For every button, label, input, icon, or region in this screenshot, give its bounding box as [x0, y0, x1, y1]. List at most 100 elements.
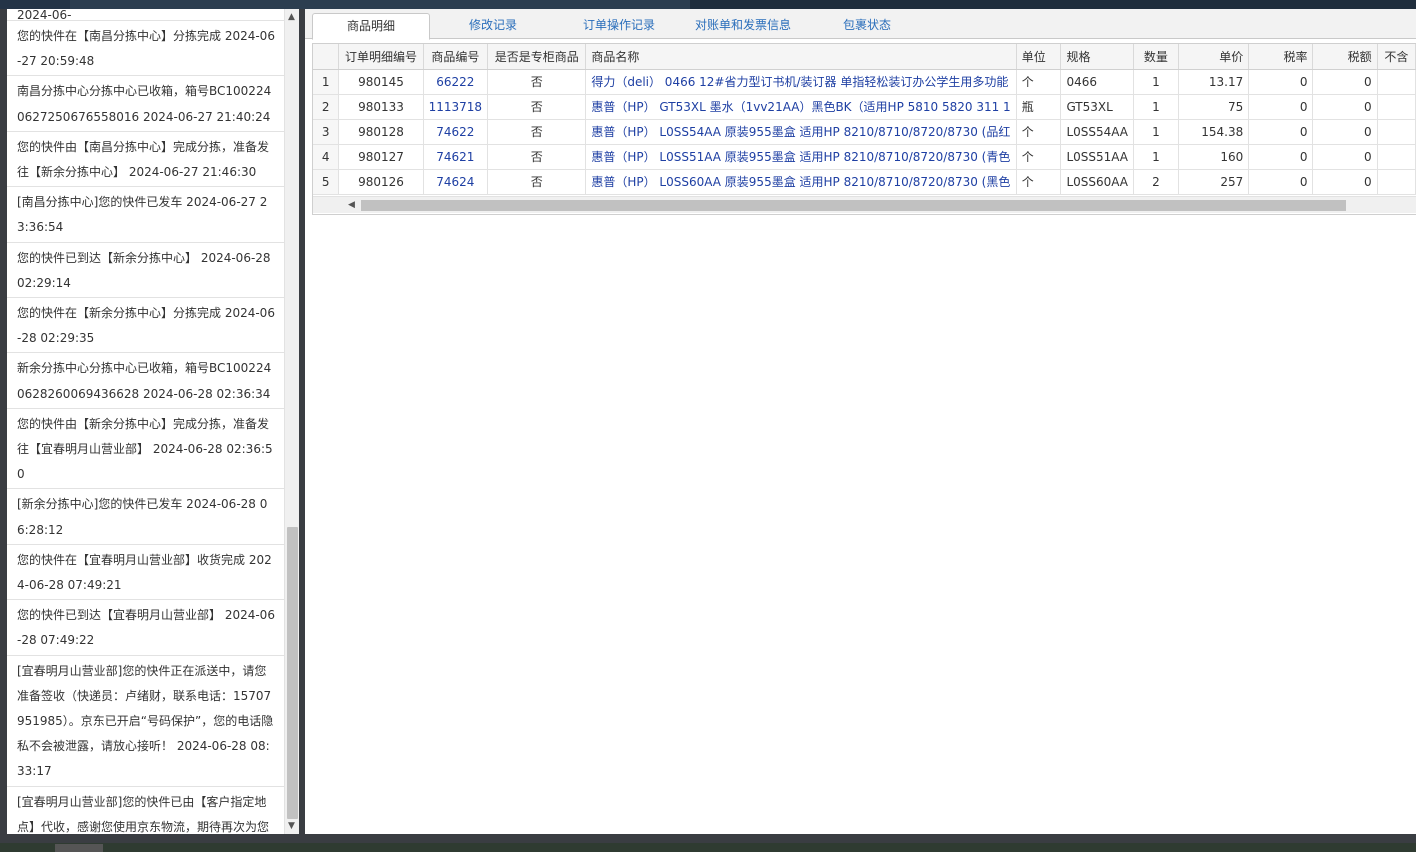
column-header[interactable]: 规格 [1060, 44, 1135, 70]
table-cell: 0 [1312, 119, 1378, 145]
table-cell: 257 [1178, 169, 1250, 195]
tracking-item: [南昌分拣中心]您的快件已发车 2024-06-27 23:36:54 [7, 187, 284, 243]
table-cell: 980133 [338, 94, 424, 120]
tracking-item: 您的快件在【南昌分拣中心】分拣完成 2024-06-27 20:59:48 [7, 21, 284, 77]
table-cell: 个 [1016, 144, 1062, 170]
horizontal-scrollbar[interactable]: ◀ [313, 196, 1416, 213]
product-name-link[interactable]: 惠普（HP） L0SS54AA 原装955墨盒 适用HP 8210/8710/8… [585, 119, 1017, 145]
product-table: 订单明细编号 商品编号 是否是专柜商品 商品名称 单位 规格 数量 单价 税率 税额 不含 1 980… [313, 44, 1416, 195]
column-header[interactable]: 是否是专柜商品 [487, 44, 587, 70]
column-header[interactable]: 商品名称 [585, 44, 1017, 70]
table-cell: 否 [487, 94, 587, 120]
top-bar-segment [690, 0, 1416, 9]
row-number: 2 [313, 94, 340, 120]
table-cell: 否 [487, 144, 587, 170]
product-id-link[interactable]: 1113718 [423, 94, 489, 120]
column-header[interactable]: 单位 [1016, 44, 1062, 70]
tab-package-status[interactable]: 包裹状态 [833, 13, 901, 40]
column-header[interactable]: 税额 [1312, 44, 1378, 70]
table-cell: 2 [1133, 169, 1179, 195]
tracking-item: 您的快件已到达【宜春明月山营业部】 2024-06-28 07:49:22 [7, 600, 284, 656]
tab-statement-invoice[interactable]: 对账单和发票信息 [687, 13, 799, 40]
table-row[interactable]: 1 980145 66222 否得力（deli） 0466 12#省力型订书机/装订器… [313, 69, 1416, 95]
table-cell [1377, 94, 1416, 120]
tracking-item: 您的快件在【宜春明月山营业部】收货完成 2024-06-28 07:49:21 [7, 545, 284, 601]
taskbar-chip [55, 844, 103, 852]
table-cell: 0 [1248, 69, 1314, 95]
table-cell: 0 [1248, 144, 1314, 170]
tracking-scrollbar[interactable]: ▲ ▼ [284, 9, 299, 834]
table-cell: 980128 [338, 119, 424, 145]
scrollbar-thumb[interactable] [287, 527, 298, 819]
tracking-item: 您的快件已到达【新余分拣中心】 2024-06-28 02:29:14 [7, 243, 284, 299]
tracking-item: [宜春明月山营业部]您的快件正在派送中，请您准备签收（快递员：卢绪财，联系电话：… [7, 656, 284, 787]
tab-product-detail[interactable]: 商品明细 [312, 13, 430, 40]
table-cell: 否 [487, 169, 587, 195]
table-cell: 13.17 [1178, 69, 1250, 95]
table-cell [1377, 69, 1416, 95]
column-header[interactable]: 单价 [1178, 44, 1250, 70]
product-id-link[interactable]: 74621 [423, 144, 489, 170]
table-cell: 980145 [338, 69, 424, 95]
tracking-item: [宜春明月山营业部]您的快件已由【客户指定地点】代收，感谢您使用京东物流，期待再… [7, 787, 284, 834]
scroll-up-icon[interactable]: ▲ [288, 12, 295, 22]
column-header[interactable]: 税率 [1248, 44, 1314, 70]
scrollbar-thumb[interactable] [361, 200, 1346, 211]
column-header[interactable]: 商品编号 [423, 44, 489, 70]
row-number: 5 [313, 169, 340, 195]
table-cell: 1 [1133, 94, 1179, 120]
product-id-link[interactable]: 66222 [423, 69, 489, 95]
product-id-link[interactable]: 74624 [423, 169, 489, 195]
tab-order-operation-log[interactable]: 订单操作记录 [573, 13, 665, 40]
product-name-link[interactable]: 得力（deli） 0466 12#省力型订书机/装订器 单指轻松装订办公学生用多… [585, 69, 1017, 95]
tracking-item: 新余分拣中心分拣中心已收箱，箱号BC1002240628260069436628… [7, 353, 284, 409]
table-cell: 0 [1312, 69, 1378, 95]
scroll-down-icon[interactable]: ▼ [288, 821, 295, 831]
column-header[interactable]: 订单明细编号 [338, 44, 424, 70]
tab-bar: 商品明细 修改记录 订单操作记录 对账单和发票信息 包裹状态 [305, 9, 1416, 40]
table-cell: 1 [1133, 69, 1179, 95]
table-cell: 瓶 [1016, 94, 1062, 120]
tab-modify-log[interactable]: 修改记录 [453, 13, 533, 40]
table-row[interactable]: 2 980133 1113718 否惠普（HP） GT53XL 墨水（1vv21AA）… [313, 94, 1416, 120]
product-name-link[interactable]: 惠普（HP） GT53XL 墨水（1vv21AA）黑色BK（适用HP 5810 … [585, 94, 1017, 120]
row-number: 3 [313, 119, 340, 145]
tracking-item: 您的快件由【南昌分拣中心】完成分拣，准备发往【新余分拣中心】 2024-06-2… [7, 132, 284, 188]
product-name-link[interactable]: 惠普（HP） L0SS60AA 原装955墨盒 适用HP 8210/8710/8… [585, 169, 1017, 195]
order-detail-panel: 商品明细 修改记录 订单操作记录 对账单和发票信息 包裹状态 订单明细编号 商品编… [305, 9, 1416, 834]
bottom-bar [0, 843, 1416, 852]
column-header[interactable]: 不含 [1377, 44, 1416, 70]
column-header-rownum[interactable] [313, 44, 340, 70]
table-cell: 1 [1133, 144, 1179, 170]
table-header-row: 订单明细编号 商品编号 是否是专柜商品 商品名称 单位 规格 数量 单价 税率 税额 不含 [313, 44, 1416, 70]
table-cell: 1 [1133, 119, 1179, 145]
table-cell: 0 [1248, 169, 1314, 195]
table-row[interactable]: 3 980128 74622 否惠普（HP） L0SS54AA 原装955墨盒 适用H… [313, 119, 1416, 145]
table-cell: 否 [487, 119, 587, 145]
tracking-item-partial: 2024-06- [7, 9, 284, 21]
table-cell [1377, 144, 1416, 170]
product-name-link[interactable]: 惠普（HP） L0SS51AA 原装955墨盒 适用HP 8210/8710/8… [585, 144, 1017, 170]
tracking-item: 您的快件在【新余分拣中心】分拣完成 2024-06-28 02:29:35 [7, 298, 284, 354]
table-cell: 154.38 [1178, 119, 1250, 145]
table-cell: 否 [487, 69, 587, 95]
table-row[interactable]: 5 980126 74624 否惠普（HP） L0SS60AA 原装955墨盒 适用H… [313, 169, 1416, 195]
column-header[interactable]: 数量 [1133, 44, 1179, 70]
table-cell: 0 [1248, 94, 1314, 120]
table-cell: GT53XL [1060, 94, 1135, 120]
table-cell: 个 [1016, 169, 1062, 195]
product-id-link[interactable]: 74622 [423, 119, 489, 145]
table-row[interactable]: 4 980127 74621 否惠普（HP） L0SS51AA 原装955墨盒 适用H… [313, 144, 1416, 170]
tracking-list[interactable]: 2024-06- 您的快件在【南昌分拣中心】分拣完成 2024-06-27 20… [7, 9, 284, 834]
table-cell: 160 [1178, 144, 1250, 170]
tracking-panel: 2024-06- 您的快件在【南昌分拣中心】分拣完成 2024-06-27 20… [7, 9, 299, 834]
table-cell [1377, 119, 1416, 145]
scroll-left-icon[interactable]: ◀ [348, 200, 355, 210]
tracking-item: 南昌分拣中心分拣中心已收箱，箱号BC1002240627250676558016… [7, 76, 284, 132]
table-cell: 个 [1016, 119, 1062, 145]
top-bar-segment [0, 0, 70, 9]
tracking-item: [新余分拣中心]您的快件已发车 2024-06-28 06:28:12 [7, 489, 284, 545]
table-cell: 980126 [338, 169, 424, 195]
table-cell: 980127 [338, 144, 424, 170]
row-number: 4 [313, 144, 340, 170]
